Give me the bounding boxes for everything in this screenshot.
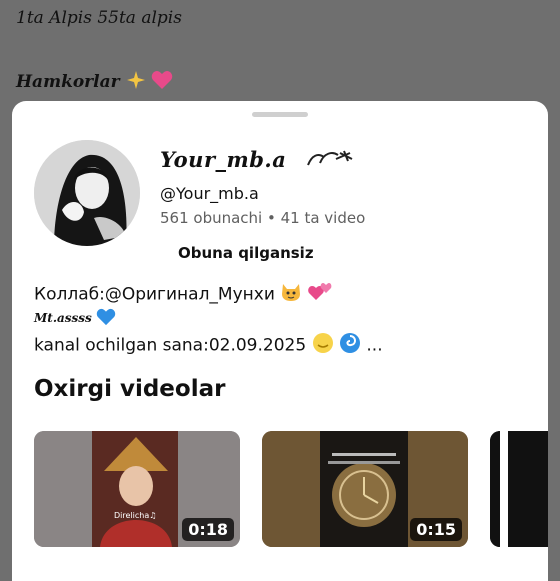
heart-icon <box>151 70 173 95</box>
sparkles-icon <box>126 70 146 95</box>
video-card[interactable] <box>490 431 548 547</box>
two-hearts-icon <box>307 282 332 307</box>
video-duration: 0:18 <box>182 518 234 541</box>
background-text-1: 1ta Alpis 55ta alpis <box>16 8 182 28</box>
created-date-text: kanal ochilgan sana:02.09.2025 <box>34 335 307 356</box>
video-overlay-text: Direlicha♫ <box>114 511 157 520</box>
background-text-2: Hamkorlar <box>16 70 173 95</box>
video-card[interactable]: Direlicha♫ 0:18 <box>34 431 240 547</box>
channel-bottom-sheet: Your_mb.a @Your_mb.a 561 obunachi • 41 t… <box>12 101 548 581</box>
collab-text: Коллаб:@Оригинал_Мунхи <box>34 284 275 305</box>
cat-icon <box>280 282 302 307</box>
sheet-drag-handle[interactable] <box>252 112 308 117</box>
subscribe-button[interactable]: Obuna qilgansiz <box>162 238 330 268</box>
video-card[interactable]: 0:15 <box>262 431 468 547</box>
mt-text: Mt.assss <box>34 311 92 325</box>
description-line-3: kanal ochilgan sana:02.09.2025 ... <box>34 332 383 359</box>
smile-moon-icon <box>312 332 334 359</box>
channel-name: Your_mb.a <box>160 147 287 172</box>
description-line-2: Mt.assss <box>34 308 116 329</box>
partners-label: Hamkorlar <box>16 72 120 92</box>
blue-heart-icon <box>96 308 116 329</box>
video-duration: 0:15 <box>410 518 462 541</box>
recent-videos-title: Oxirgi videolar <box>34 376 226 402</box>
avatar[interactable] <box>34 140 140 246</box>
channel-handle: @Your_mb.a <box>160 184 259 203</box>
cyclone-icon <box>339 332 361 359</box>
description-more[interactable]: ... <box>366 336 382 356</box>
video-thumbnail <box>490 431 548 547</box>
sparkle-decoration-icon <box>307 150 353 166</box>
channel-stats: 561 obunachi • 41 ta video <box>160 209 366 227</box>
description-line-1: Коллаб:@Оригинал_Мунхи <box>34 282 332 307</box>
